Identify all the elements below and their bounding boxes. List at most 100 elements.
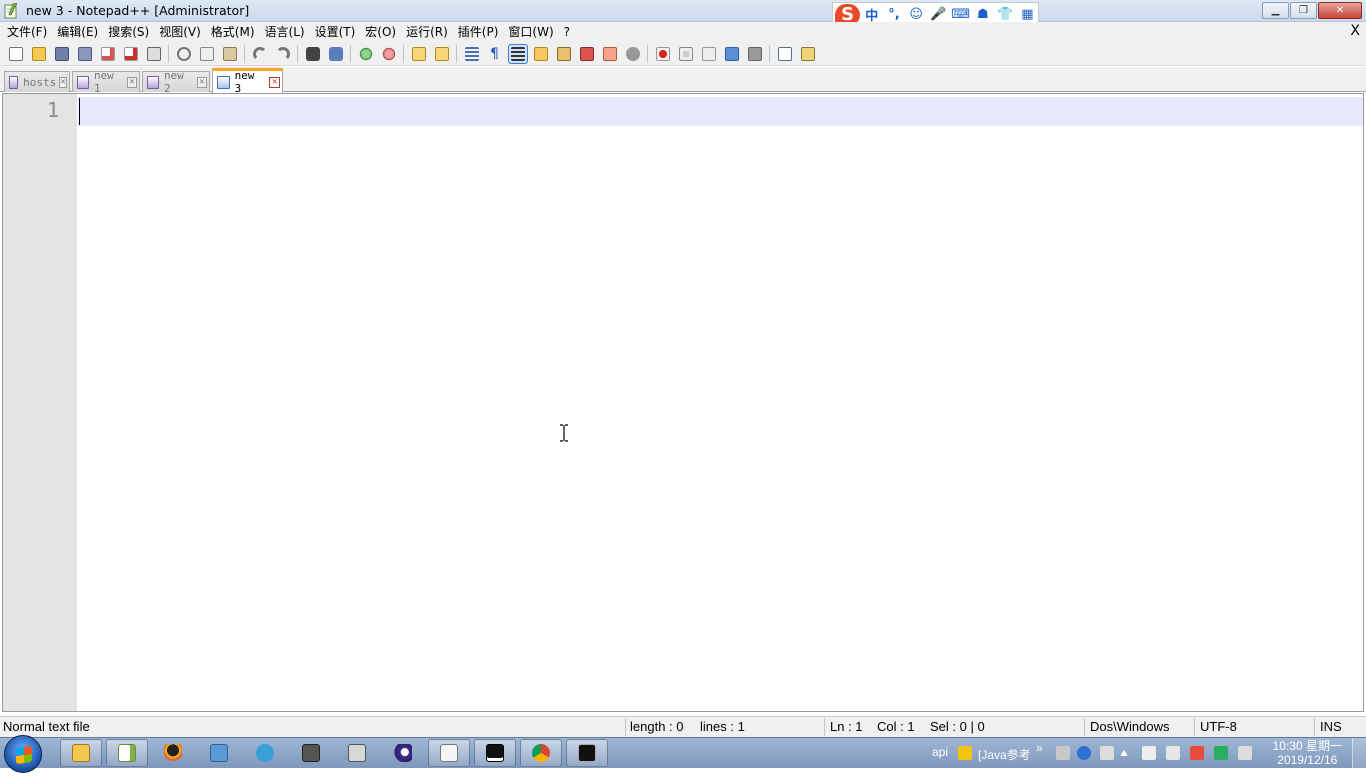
intellij-icon[interactable] xyxy=(474,739,516,767)
eclipse-icon[interactable] xyxy=(382,739,424,767)
menu-macro[interactable]: 宏(O) xyxy=(360,22,401,42)
show-desktop-button[interactable] xyxy=(1352,738,1366,769)
status-ln: Ln : 1 xyxy=(830,719,863,734)
editor[interactable]: 1 xyxy=(2,93,1364,712)
ime-keyboard-icon[interactable]: ⌨ xyxy=(950,7,971,22)
play-macro-icon[interactable] xyxy=(700,45,718,63)
restore-button[interactable]: ❐ xyxy=(1290,2,1317,19)
word-wrap-icon[interactable] xyxy=(463,45,481,63)
print-icon[interactable] xyxy=(145,45,163,63)
keyboard-icon[interactable] xyxy=(1056,746,1070,760)
typora-icon[interactable] xyxy=(428,739,470,767)
tab-new-2[interactable]: new 2 ✕ xyxy=(142,69,210,95)
security-icon[interactable] xyxy=(1190,746,1204,760)
tray-chevron[interactable]: » xyxy=(1036,741,1043,772)
function-list-icon[interactable] xyxy=(555,45,573,63)
window-manager-icon[interactable] xyxy=(336,739,378,767)
close-all-icon[interactable] xyxy=(122,45,140,63)
save-all-icon[interactable] xyxy=(76,45,94,63)
menu-language[interactable]: 语言(L) xyxy=(260,22,310,42)
show-hidden-icons-icon[interactable] xyxy=(1120,750,1128,756)
language-bar-icon[interactable] xyxy=(1100,746,1114,760)
menu-run[interactable]: 运行(R) xyxy=(401,22,453,42)
sync-horizontal-icon[interactable] xyxy=(433,45,451,63)
menu-format[interactable]: 格式(M) xyxy=(206,22,260,42)
notepadpp-taskbar-icon[interactable] xyxy=(106,739,148,767)
zoom-out-icon[interactable] xyxy=(380,45,398,63)
antivirus-icon[interactable] xyxy=(1214,746,1228,760)
start-button[interactable] xyxy=(4,735,42,773)
tab-hosts[interactable]: hosts ✕ xyxy=(4,71,70,92)
ime-emoji-icon[interactable]: ☺ xyxy=(906,7,927,22)
tab-close-icon[interactable]: ✕ xyxy=(196,76,207,88)
undo-icon[interactable] xyxy=(251,45,269,63)
close-window-button[interactable]: ✕ xyxy=(1318,2,1362,19)
chrome-icon[interactable] xyxy=(520,739,562,767)
remote-desktop-icon[interactable] xyxy=(198,739,240,767)
usb-icon[interactable] xyxy=(1142,746,1156,760)
record-macro-icon[interactable] xyxy=(654,45,672,63)
tab-close-icon[interactable]: ✕ xyxy=(269,76,280,88)
cmd-icon[interactable] xyxy=(566,739,608,767)
ime-toolbox-icon[interactable]: ▦ xyxy=(1017,7,1038,22)
sync-vertical-icon[interactable] xyxy=(410,45,428,63)
folder-as-workspace-icon[interactable] xyxy=(578,45,596,63)
tray-text-java[interactable]: [Java参考 xyxy=(978,746,1031,777)
paste-icon[interactable] xyxy=(221,45,239,63)
indent-guide-icon[interactable] xyxy=(507,43,528,64)
doc-map-icon[interactable] xyxy=(532,45,550,63)
monitoring-icon[interactable] xyxy=(601,45,619,63)
project-panel-icon[interactable] xyxy=(624,45,642,63)
help-icon[interactable] xyxy=(1077,746,1091,760)
menu-search[interactable]: 搜索(S) xyxy=(103,22,154,42)
cut-icon[interactable] xyxy=(175,45,193,63)
clock[interactable]: 10:30 星期一 2019/12/16 xyxy=(1273,739,1342,767)
find-icon[interactable] xyxy=(304,45,322,63)
line-number-gutter[interactable]: 1 xyxy=(3,94,77,711)
qq-icon[interactable] xyxy=(152,739,194,767)
status-insert-mode[interactable]: INS xyxy=(1320,719,1342,734)
media-icon[interactable] xyxy=(290,739,332,767)
tab-new-1[interactable]: new 1 ✕ xyxy=(72,69,140,95)
new-file-icon[interactable] xyxy=(7,45,25,63)
show-all-chars-icon[interactable]: ¶ xyxy=(486,45,504,63)
minimize-button[interactable]: ▁ xyxy=(1262,2,1289,19)
status-eol[interactable]: Dos\Windows xyxy=(1090,719,1169,734)
ime-user-icon[interactable]: ☗ xyxy=(972,7,993,22)
close-document-button[interactable]: X xyxy=(1350,23,1360,39)
menu-help[interactable]: ? xyxy=(559,22,575,42)
run-macro-multiple-icon[interactable] xyxy=(723,45,741,63)
tab-close-icon[interactable]: ✕ xyxy=(126,76,137,88)
zoom-in-icon[interactable] xyxy=(357,45,375,63)
open-file-icon[interactable] xyxy=(30,45,48,63)
notepadpp-app-icon[interactable] xyxy=(4,3,18,19)
menu-plugins[interactable]: 插件(P) xyxy=(453,22,504,42)
menu-window[interactable]: 窗口(W) xyxy=(503,22,558,42)
save-icon[interactable] xyxy=(53,45,71,63)
menu-edit[interactable]: 编辑(E) xyxy=(52,22,103,42)
plugin-icon[interactable] xyxy=(799,45,817,63)
help-notification-icon[interactable] xyxy=(958,746,972,760)
stop-macro-icon[interactable] xyxy=(677,45,695,63)
status-divider xyxy=(625,718,626,736)
close-icon[interactable] xyxy=(99,45,117,63)
tab-new-3[interactable]: new 3 ✕ xyxy=(212,68,283,95)
menu-view[interactable]: 视图(V) xyxy=(154,22,206,42)
menu-settings[interactable]: 设置(T) xyxy=(310,22,361,42)
menu-file[interactable]: 文件(F) xyxy=(2,22,52,42)
save-macro-icon[interactable] xyxy=(746,45,764,63)
ime-punctuation[interactable]: °, xyxy=(883,7,904,22)
copy-icon[interactable] xyxy=(198,45,216,63)
status-encoding[interactable]: UTF-8 xyxy=(1200,719,1237,734)
volume-icon[interactable] xyxy=(1166,746,1180,760)
network-icon[interactable] xyxy=(244,739,286,767)
ime-skin-icon[interactable]: 👕 xyxy=(995,7,1016,22)
tray-text-api[interactable]: api xyxy=(932,745,948,776)
network-status-icon[interactable] xyxy=(1238,746,1252,760)
redo-icon[interactable] xyxy=(274,45,292,63)
run-icon[interactable] xyxy=(776,45,794,63)
file-explorer-icon[interactable] xyxy=(60,739,102,767)
replace-icon[interactable] xyxy=(327,45,345,63)
ime-voice-icon[interactable]: 🎤 xyxy=(928,7,949,22)
tab-close-icon[interactable]: ✕ xyxy=(59,76,67,88)
